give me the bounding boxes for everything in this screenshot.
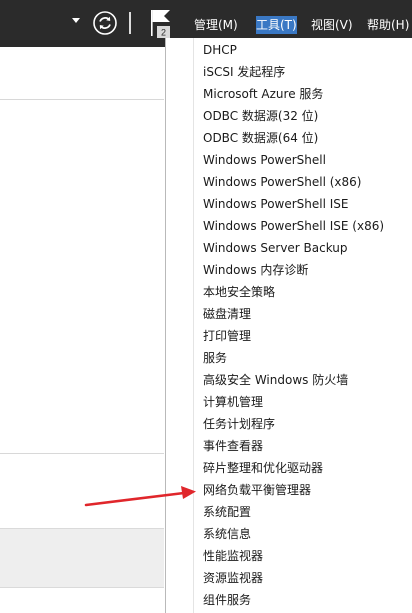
tools-menu-item[interactable]: 任务计划程序 bbox=[203, 413, 275, 435]
refresh-icon[interactable] bbox=[92, 10, 118, 36]
tools-menu-item[interactable]: 网络负载平衡管理器 bbox=[203, 479, 311, 501]
tools-menu-item[interactable]: 事件查看器 bbox=[203, 435, 263, 457]
tools-menu-item[interactable]: Windows PowerShell (x86) bbox=[203, 171, 361, 193]
toolbar-separator bbox=[129, 12, 131, 34]
tools-menu-item[interactable]: Windows 内存诊断 bbox=[203, 259, 308, 281]
tools-menu-item[interactable]: iSCSI 发起程序 bbox=[203, 61, 285, 83]
menu-view[interactable]: 视图(V) bbox=[311, 16, 353, 34]
menu-icon-gutter bbox=[193, 38, 194, 613]
menu-manage[interactable]: 管理(M) bbox=[194, 16, 238, 34]
notifications-flag-icon[interactable]: 2 bbox=[148, 8, 178, 42]
menu-help[interactable]: 帮助(H) bbox=[367, 16, 409, 34]
tools-menu-item[interactable]: 本地安全策略 bbox=[203, 281, 275, 303]
notification-count-badge: 2 bbox=[161, 28, 166, 38]
tools-menu-item[interactable]: Microsoft Azure 服务 bbox=[203, 83, 323, 105]
tools-menu-item[interactable]: ODBC 数据源(64 位) bbox=[203, 127, 318, 149]
tools-menu-item[interactable]: 组件服务 bbox=[203, 589, 251, 611]
tools-dropdown-menu: DHCP iSCSI 发起程序 Microsoft Azure 服务 ODBC 数据源… bbox=[165, 38, 412, 613]
tools-menu-item[interactable]: 服务 bbox=[203, 347, 227, 369]
chevron-down-icon[interactable] bbox=[72, 18, 80, 23]
tools-menu-item[interactable]: 系统信息 bbox=[203, 523, 251, 545]
tools-menu-item[interactable]: Windows PowerShell ISE bbox=[203, 193, 349, 215]
tools-menu-item[interactable]: Windows PowerShell ISE (x86) bbox=[203, 215, 384, 237]
left-pane-divider bbox=[0, 99, 164, 100]
tools-menu-item[interactable]: DHCP bbox=[203, 39, 237, 61]
tools-menu-item[interactable]: 碎片整理和优化驱动器 bbox=[203, 457, 323, 479]
left-pane-panel bbox=[0, 528, 164, 588]
tools-menu-item[interactable]: 打印管理 bbox=[203, 325, 251, 347]
tools-menu-item[interactable]: ODBC 数据源(32 位) bbox=[203, 105, 318, 127]
tools-menu-item[interactable]: Windows Server Backup bbox=[203, 237, 348, 259]
tools-menu-item[interactable]: 磁盘清理 bbox=[203, 303, 251, 325]
menu-tools[interactable]: 工具(T) bbox=[256, 16, 297, 34]
tools-menu-item[interactable]: 资源监视器 bbox=[203, 567, 263, 589]
tools-menu-item[interactable]: 高级安全 Windows 防火墙 bbox=[203, 369, 348, 391]
tools-menu-item[interactable]: Windows PowerShell bbox=[203, 149, 326, 171]
left-pane-divider bbox=[0, 453, 164, 454]
tools-menu-item[interactable]: 性能监视器 bbox=[203, 545, 263, 567]
tools-menu-item[interactable]: 系统配置 bbox=[203, 501, 251, 523]
tools-menu-item[interactable]: 计算机管理 bbox=[203, 391, 263, 413]
